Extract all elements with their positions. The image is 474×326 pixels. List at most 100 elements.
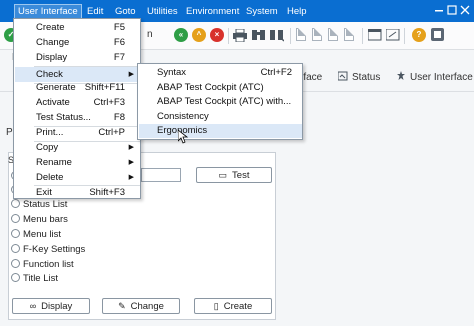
test-button[interactable]: ▭ Test [196, 167, 272, 183]
new-document-icon: ▯ [213, 301, 219, 311]
interface-fragment[interactable]: rface [300, 69, 322, 87]
toolbar-separator [362, 28, 363, 44]
menu-item-shortcut: Ctrl+P [98, 127, 125, 138]
toolbar-separator [404, 28, 405, 44]
object-name-input[interactable] [141, 168, 181, 182]
menu-item-label: Consistency [157, 111, 209, 122]
new-session-icon[interactable] [368, 29, 382, 41]
radio-button[interactable] [11, 259, 20, 268]
back-icon[interactable]: « [174, 28, 188, 42]
menu-item-label: Activate [36, 97, 70, 108]
test-icon: ▭ [218, 170, 228, 180]
previous-page-icon[interactable] [312, 28, 322, 41]
submenu-item-syntax[interactable]: Syntax Ctrl+F2 [139, 66, 302, 80]
customize-layout-icon[interactable] [431, 28, 445, 42]
user-interface-button[interactable]: User Interface [396, 69, 473, 87]
glasses-icon: ∞ [29, 301, 37, 311]
radio-fkey-settings[interactable]: F-Key Settings [11, 243, 85, 256]
submenu-item-consistency[interactable]: Consistency [139, 110, 302, 124]
change-button[interactable]: ✎ Change [102, 298, 180, 314]
menu-item-label: Syntax [157, 67, 187, 78]
menu-item-shortcut: Shift+F11 [84, 82, 125, 93]
menu-system[interactable]: System [243, 4, 281, 20]
radio-button[interactable] [11, 214, 20, 223]
last-page-icon[interactable] [344, 28, 354, 41]
change-label: Change [130, 301, 164, 312]
menu-item-shortcut: F7 [113, 52, 125, 63]
menu-item-copy[interactable]: Copy ▶ [15, 140, 140, 155]
menu-item-shortcut: Ctrl+F3 [93, 97, 125, 108]
radio-button[interactable] [11, 273, 20, 282]
radio-label: Title List [23, 273, 59, 284]
pencil-icon: ✎ [118, 301, 126, 311]
status-label: Status [352, 72, 381, 83]
menu-item-shortcut: Shift+F3 [89, 187, 125, 198]
menu-item-exit[interactable]: Exit Shift+F3 [15, 185, 140, 200]
user-interface-dropdown: Create F5 Change F6 Display F7 Check ▶ Gener… [13, 18, 141, 199]
menu-item-label: Generate [36, 82, 76, 93]
radio-button[interactable] [11, 229, 20, 238]
menu-item-label: Rename [36, 157, 72, 168]
menu-item-label: Print... [36, 127, 64, 138]
toolbar-separator [228, 28, 229, 44]
user-interface-label: User Interface [410, 72, 473, 83]
help-icon[interactable]: ? [412, 28, 426, 42]
radio-button[interactable] [11, 244, 20, 253]
submenu-item-atc-with[interactable]: ABAP Test Cockpit (ATC) with... [139, 95, 302, 109]
radio-title-list[interactable]: Title List [11, 272, 58, 285]
menu-item-shortcut: Ctrl+F2 [260, 67, 292, 78]
status-button[interactable]: Status [338, 69, 380, 87]
menu-item-rename[interactable]: Rename ▶ [15, 155, 140, 170]
close-icon [460, 5, 470, 15]
find-next-icon[interactable] [270, 28, 284, 42]
menu-item-change[interactable]: Change F6 [15, 35, 140, 50]
radio-function-list[interactable]: Function list [11, 258, 74, 271]
submenu-arrow-icon: ▶ [128, 144, 134, 151]
mouse-cursor-icon [178, 130, 188, 144]
menu-item-shortcut: F6 [113, 37, 125, 48]
create-button[interactable]: ▯ Create [194, 298, 272, 314]
shortcut-icon[interactable] [386, 29, 400, 41]
menu-item-activate[interactable]: Activate Ctrl+F3 [15, 95, 140, 110]
menu-item-generate[interactable]: Generate Shift+F11 [15, 80, 140, 95]
minimize-icon [435, 10, 443, 12]
display-button[interactable]: ∞ Display [12, 298, 90, 314]
create-label: Create [223, 301, 253, 312]
radio-label: Menu bars [23, 214, 68, 225]
cancel-icon[interactable]: × [210, 28, 224, 42]
next-page-icon[interactable] [328, 28, 338, 41]
radio-label: Menu list [23, 229, 62, 240]
menu-help[interactable]: Help [284, 4, 310, 20]
submenu-item-atc[interactable]: ABAP Test Cockpit (ATC) [139, 81, 302, 95]
radio-button[interactable] [11, 199, 20, 208]
display-label: Display [41, 301, 73, 312]
menu-item-label: Change [36, 37, 70, 48]
menu-item-label: Test Status... [36, 112, 91, 123]
menu-utilities[interactable]: Utilities [144, 4, 181, 20]
submenu-arrow-icon: ▶ [128, 174, 134, 181]
menu-item-print[interactable]: Print... Ctrl+P [15, 125, 140, 140]
exit-icon[interactable]: ^ [192, 28, 206, 42]
menu-item-shortcut: F5 [113, 22, 125, 33]
menu-item-label: Delete [36, 172, 64, 183]
radio-label: Function list [23, 259, 74, 270]
radio-menu-list[interactable]: Menu list [11, 228, 61, 241]
user-interface-icon [397, 71, 405, 80]
submenu-item-ergonomics[interactable]: Ergonomics [139, 124, 302, 138]
toolbar-separator [290, 28, 291, 44]
menu-item-test-status[interactable]: Test Status... F8 [15, 110, 140, 125]
menu-item-create[interactable]: Create F5 [15, 20, 140, 35]
toolbar-fragment: n [147, 29, 153, 40]
menu-item-display[interactable]: Display F7 [15, 50, 140, 65]
menu-environment[interactable]: Environment [183, 4, 242, 20]
find-icon[interactable] [252, 28, 266, 42]
print-icon[interactable] [233, 29, 247, 42]
menu-item-shortcut: F8 [113, 112, 125, 123]
radio-label: Status List [23, 199, 68, 210]
menu-item-label: ABAP Test Cockpit (ATC) with... [157, 96, 292, 107]
menu-item-label: Create [36, 22, 65, 33]
first-page-icon[interactable] [296, 28, 306, 41]
status-icon [338, 71, 348, 81]
menu-item-delete[interactable]: Delete ▶ [15, 170, 140, 185]
radio-menu-bars[interactable]: Menu bars [11, 213, 68, 226]
